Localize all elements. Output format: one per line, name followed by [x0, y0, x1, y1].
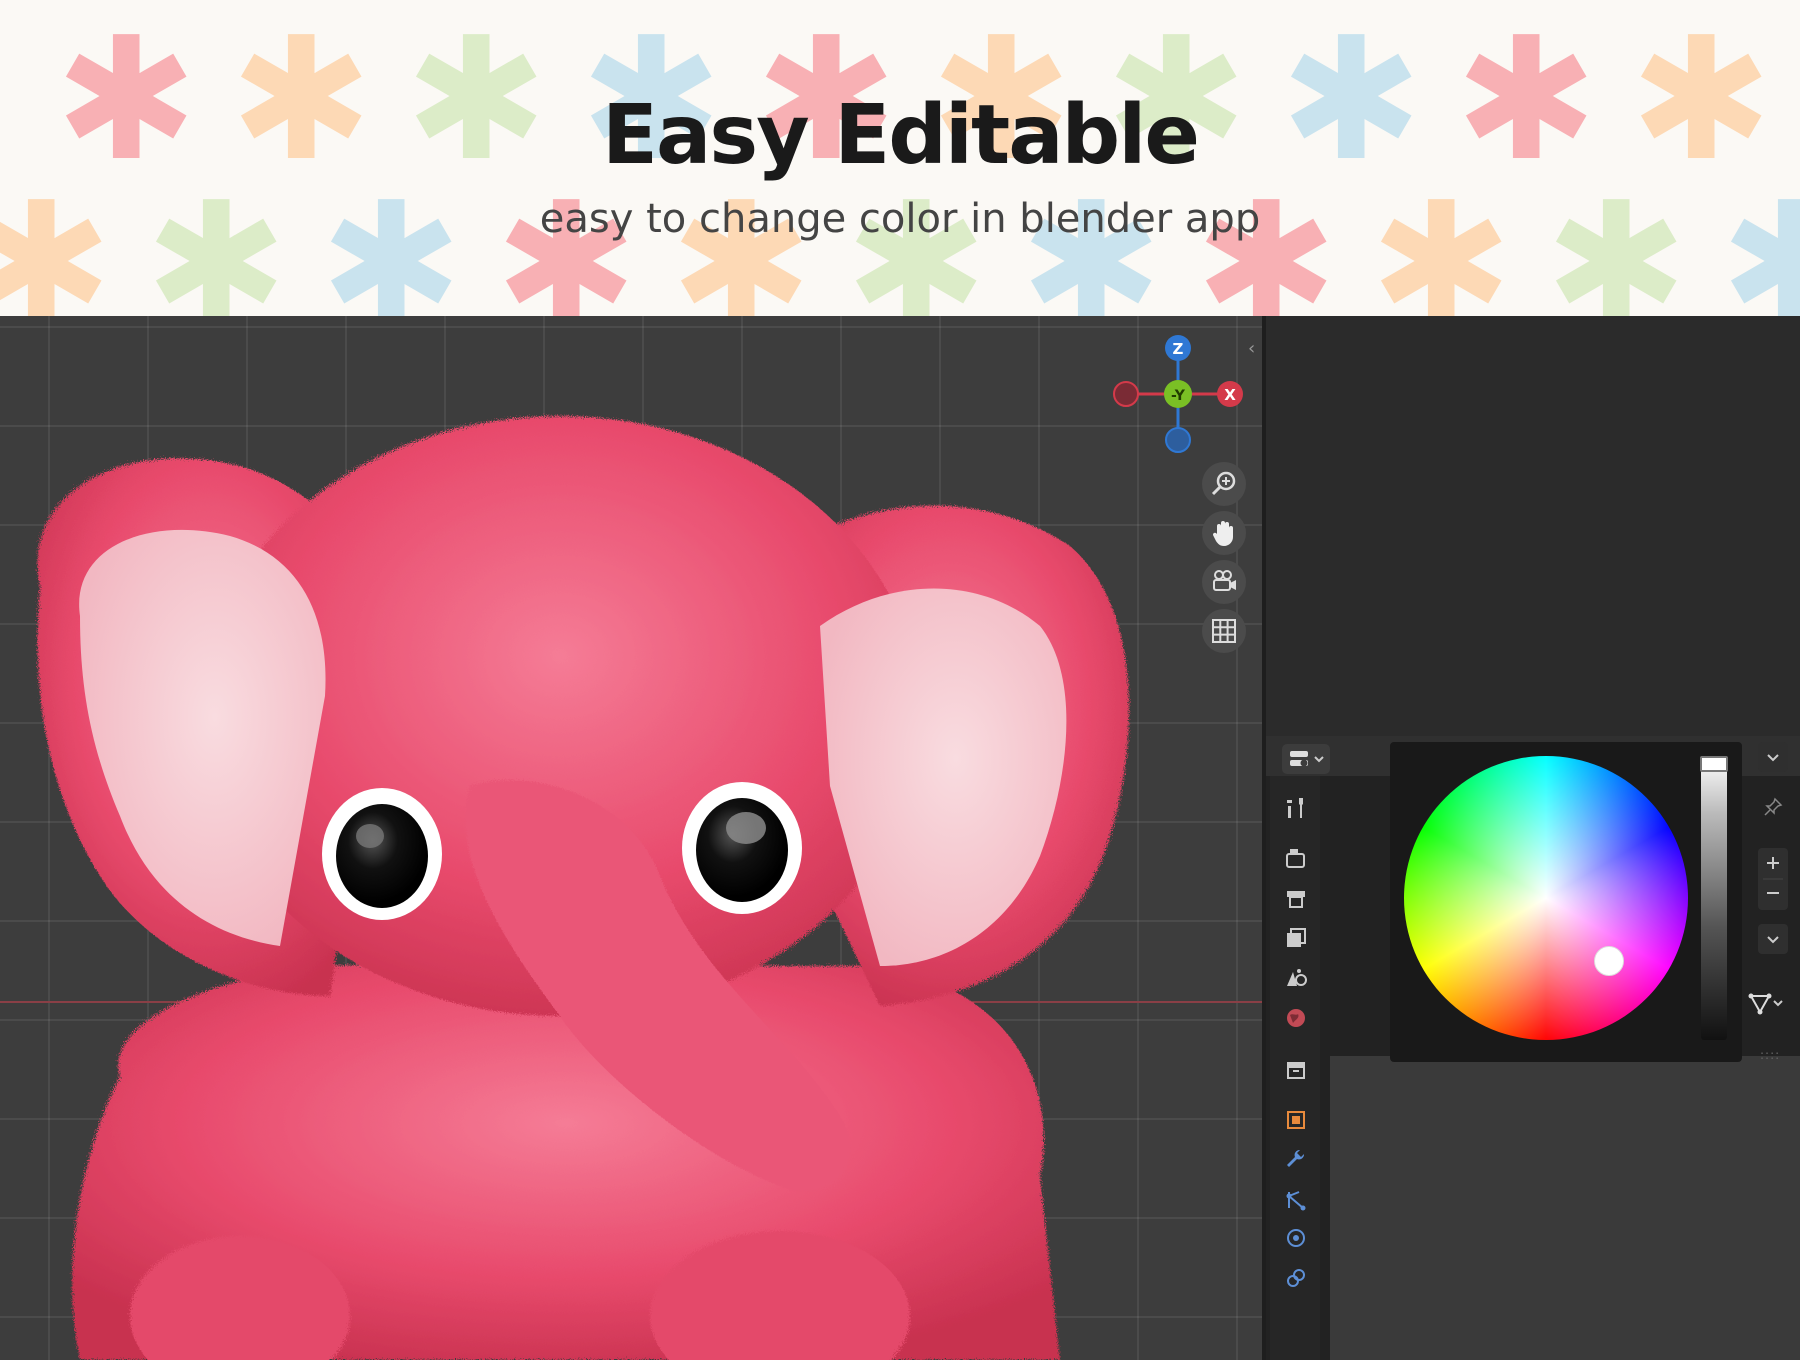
- z-axis-handle[interactable]: Z: [1165, 335, 1191, 361]
- grid-icon[interactable]: [1202, 609, 1246, 653]
- properties-content: [1330, 1056, 1800, 1360]
- svg-text:Z: Z: [1173, 340, 1184, 358]
- color-wheel-cursor[interactable]: [1594, 946, 1624, 976]
- hand-pan-icon[interactable]: [1202, 511, 1246, 555]
- upper-editor-area: [1262, 316, 1800, 736]
- pin-icon[interactable]: [1758, 792, 1788, 822]
- collection-icon[interactable]: [1284, 1058, 1308, 1082]
- 3d-viewport[interactable]: Z X -Y ‹: [0, 316, 1262, 1360]
- vertex-select-icon[interactable]: [1742, 987, 1786, 1017]
- value-slider[interactable]: [1700, 756, 1728, 1040]
- properties-tabs: [1270, 776, 1320, 1360]
- view-layer-icon[interactable]: [1284, 926, 1308, 950]
- output-icon[interactable]: [1284, 886, 1308, 910]
- editor-type-dropdown[interactable]: [1282, 744, 1330, 774]
- object-icon[interactable]: [1284, 1108, 1308, 1132]
- add-remove-buttons: [1758, 848, 1788, 910]
- particles-icon[interactable]: [1284, 1188, 1308, 1212]
- svg-text:-Y: -Y: [1171, 388, 1186, 404]
- render-icon[interactable]: [1284, 846, 1308, 870]
- camera-icon[interactable]: [1202, 560, 1246, 604]
- value-slider-handle[interactable]: [1700, 756, 1728, 772]
- page-subtitle: easy to change color in blender app: [539, 196, 1261, 242]
- color-wheel[interactable]: [1404, 756, 1688, 1040]
- neg-x-axis-handle[interactable]: [1113, 381, 1139, 407]
- collapse-sidebar-arrow[interactable]: ‹: [1248, 338, 1255, 359]
- expand-dropdown-button[interactable]: [1758, 742, 1788, 772]
- resize-grip[interactable]: ::::: [1760, 1048, 1780, 1062]
- color-wheel-saturation: [1404, 756, 1688, 1040]
- physics-icon[interactable]: [1284, 1226, 1308, 1250]
- svg-text:X: X: [1224, 386, 1236, 404]
- world-icon[interactable]: [1284, 1006, 1308, 1030]
- neg-z-axis-handle[interactable]: [1165, 427, 1191, 453]
- page-title: Easy Editable: [602, 88, 1200, 183]
- neg-y-axis-handle[interactable]: -Y: [1164, 380, 1192, 408]
- navigation-gizmo[interactable]: Z X -Y: [1110, 328, 1250, 458]
- scene-icon[interactable]: [1284, 966, 1308, 990]
- zoom-icon[interactable]: [1202, 462, 1246, 506]
- promo-banner: ✱ ✱ ✱ ✱ ✱ ✱ ✱ ✱ ✱ ✱ ✱ ✱ ✱ ✱ ✱ ✱ ✱ ✱ ✱ ✱ ✱ Easy Editable easy…: [0, 0, 1800, 316]
- tool-icon[interactable]: [1284, 796, 1308, 820]
- constraints-icon[interactable]: [1284, 1266, 1308, 1290]
- modifier-icon[interactable]: [1284, 1148, 1308, 1172]
- color-picker-popup: [1390, 742, 1742, 1062]
- specials-dropdown-button[interactable]: [1758, 924, 1788, 954]
- x-axis-handle[interactable]: X: [1217, 381, 1243, 407]
- pink-elephant-model[interactable]: [0, 316, 1262, 1360]
